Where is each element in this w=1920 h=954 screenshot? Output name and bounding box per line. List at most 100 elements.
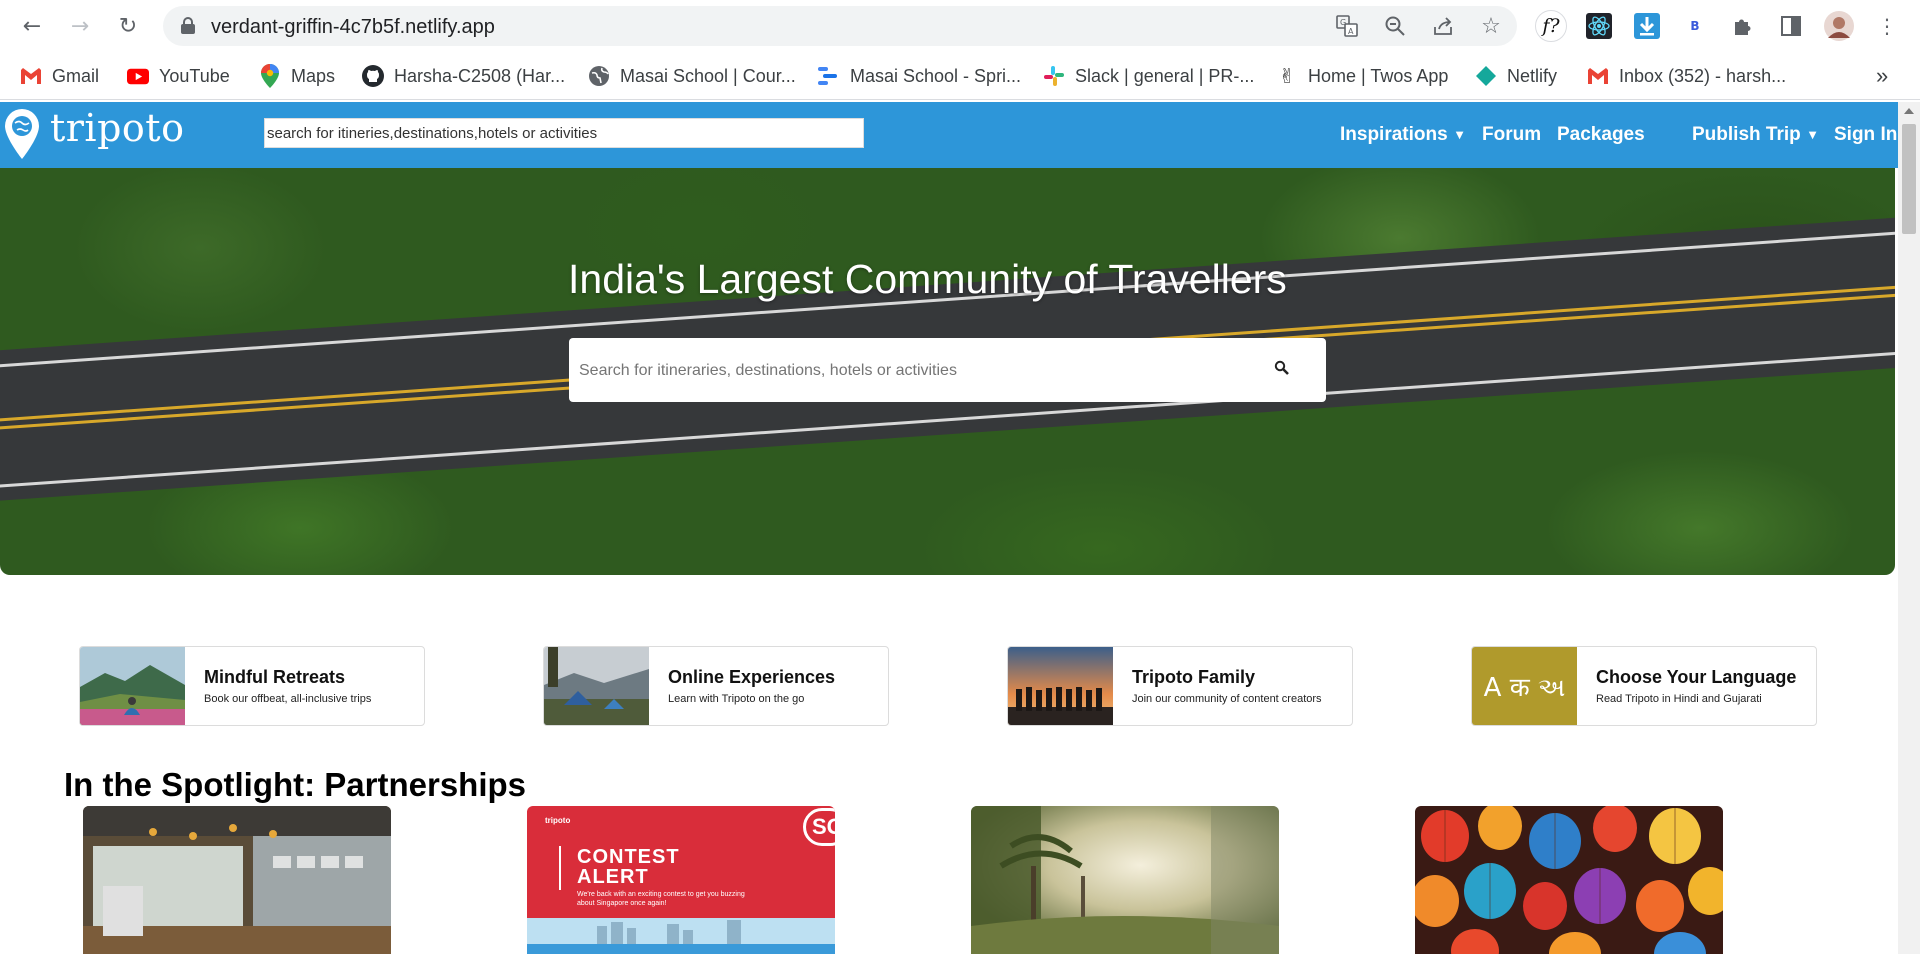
- tripoto-pin-icon[interactable]: [4, 108, 40, 160]
- bookmark-youtube[interactable]: YouTube: [127, 62, 230, 90]
- hero-search-input[interactable]: Search for itineraries, destinations, ho…: [569, 338, 1326, 402]
- card-online-experiences[interactable]: Online Experiences Learn with Tripoto on…: [543, 646, 889, 726]
- spotlight-tile-lanterns[interactable]: [1415, 806, 1723, 954]
- spotlight-heading: In the Spotlight: Partnerships: [64, 766, 527, 803]
- bookmark-masai-sprint[interactable]: Masai School - Spri...: [818, 62, 1021, 90]
- bookmark-netlify[interactable]: Netlify: [1475, 62, 1557, 90]
- nav-forum[interactable]: Forum: [1482, 124, 1541, 146]
- forward-arrow-icon[interactable]: →: [64, 10, 96, 42]
- bookmark-label: Harsha-C2508 (Har...: [394, 65, 566, 86]
- singapore-skyline-image: [527, 918, 835, 954]
- hero-search-placeholder: Search for itineraries, destinations, ho…: [579, 362, 957, 379]
- svg-text:G: G: [1340, 18, 1346, 27]
- card-title: Mindful Retreats: [204, 667, 346, 687]
- bookmark-twos[interactable]: ✌ Home | Twos App: [1276, 62, 1449, 90]
- spotlight-tile-contest[interactable]: tripoto SG CONTEST ALERT We're back with…: [527, 806, 835, 954]
- globe-icon: [588, 65, 610, 87]
- contest-rule: [559, 846, 561, 890]
- bookmark-label: Gmail: [52, 65, 100, 86]
- site-header: tripoto search for itineries,destination…: [0, 102, 1898, 168]
- more-bookmarks-chevron-icon[interactable]: »: [1876, 62, 1888, 90]
- browser-toolbar: ← → ↻ verdant-griffin-4c7b5f.netlify.app…: [0, 0, 1920, 52]
- bookmark-inbox[interactable]: Inbox (352) - harsh...: [1587, 62, 1786, 90]
- search-icon[interactable]: [1274, 360, 1290, 376]
- bookmark-label: Home | Twos App: [1308, 65, 1449, 86]
- github-icon: [362, 65, 384, 87]
- svg-text:A: A: [1348, 27, 1354, 36]
- scroll-up-arrow-icon[interactable]: [1904, 108, 1914, 114]
- bookmarks-bar: Gmail YouTube Maps Harsha-C2508 (Har... …: [0, 52, 1920, 100]
- bookmark-label: Masai School | Cour...: [620, 65, 796, 86]
- bookmark-gmail[interactable]: Gmail: [20, 62, 99, 90]
- page-scrollbar[interactable]: [1898, 102, 1920, 954]
- card-subtitle: Learn with Tripoto on the go: [668, 693, 805, 705]
- bookmark-label: Maps: [291, 65, 336, 86]
- nav-packages[interactable]: Packages: [1557, 124, 1645, 146]
- b-extension-icon[interactable]: B: [1679, 10, 1711, 42]
- react-devtools-icon[interactable]: [1583, 10, 1615, 42]
- tripoto-family-image: [1008, 647, 1113, 725]
- bookmark-slack[interactable]: Slack | general | PR-...: [1043, 62, 1254, 90]
- caret-down-icon: ▼: [1808, 129, 1817, 141]
- caret-down-icon: ▼: [1455, 129, 1464, 141]
- lock-icon[interactable]: [181, 17, 195, 34]
- maps-icon: [259, 64, 281, 88]
- bookmark-masai-courses[interactable]: Masai School | Cour...: [588, 62, 796, 90]
- extensions-puzzle-icon[interactable]: [1727, 10, 1759, 42]
- font-question-extension-icon[interactable]: f?: [1535, 10, 1567, 42]
- language-thumb: A क અ: [1472, 647, 1577, 725]
- card-choose-language[interactable]: A क અ Choose Your Language Read Tripoto …: [1471, 646, 1817, 726]
- profile-avatar[interactable]: [1823, 10, 1855, 42]
- download-extension-icon[interactable]: [1631, 10, 1663, 42]
- bookmark-label: YouTube: [159, 65, 230, 86]
- zoom-icon[interactable]: [1383, 14, 1407, 38]
- card-title: Choose Your Language: [1596, 667, 1797, 687]
- contest-brand: tripoto: [545, 816, 571, 825]
- card-subtitle: Book our offbeat, all-inclusive trips: [204, 693, 372, 705]
- hero-banner: India's Largest Community of Travellers …: [0, 168, 1895, 575]
- slack-icon: [1043, 65, 1065, 87]
- nav-inspirations[interactable]: Inspirations ▼: [1340, 124, 1463, 146]
- reload-icon[interactable]: ↻: [112, 10, 144, 42]
- bookmark-label: Slack | general | PR-...: [1075, 65, 1255, 86]
- menu-dots-icon[interactable]: ⋮: [1871, 10, 1903, 42]
- bookmark-label: Netlify: [1507, 65, 1558, 86]
- bookmark-star-icon[interactable]: ☆: [1479, 14, 1503, 39]
- sprint-icon: [818, 65, 840, 87]
- bookmark-maps[interactable]: Maps: [259, 62, 335, 90]
- card-title: Online Experiences: [668, 667, 836, 687]
- bookmark-github[interactable]: Harsha-C2508 (Har...: [362, 62, 565, 90]
- nav-label: Publish Trip: [1692, 124, 1801, 145]
- header-search-input[interactable]: search for itineries,destinations,hotels…: [264, 118, 864, 148]
- address-bar[interactable]: verdant-griffin-4c7b5f.netlify.app GA ☆: [163, 6, 1517, 46]
- hero-title: India's Largest Community of Travellers: [568, 256, 1287, 302]
- spotlight-tile-villa[interactable]: [83, 806, 391, 954]
- contest-body: We're back with an exciting contest to g…: [577, 891, 745, 907]
- share-icon[interactable]: [1431, 14, 1455, 38]
- contest-badge: SG: [803, 808, 835, 846]
- contest-line2: ALERT: [577, 866, 649, 888]
- card-title: Tripoto Family: [1132, 667, 1256, 687]
- tripoto-logo[interactable]: tripoto: [50, 106, 184, 150]
- nav-label: Inspirations: [1340, 124, 1448, 145]
- mindful-retreats-image: [80, 647, 185, 725]
- url-text[interactable]: verdant-griffin-4c7b5f.netlify.app: [211, 16, 495, 39]
- card-subtitle: Read Tripoto in Hindi and Gujarati: [1596, 693, 1762, 705]
- gmail-icon: [20, 65, 42, 87]
- scroll-thumb[interactable]: [1902, 124, 1916, 234]
- bookmark-label: Masai School - Spri...: [850, 65, 1022, 86]
- youtube-icon: [127, 65, 149, 87]
- online-experiences-image: [544, 647, 649, 725]
- card-subtitle: Join our community of content creators: [1132, 693, 1322, 705]
- nav-sign-in[interactable]: Sign In: [1834, 124, 1897, 146]
- card-mindful-retreats[interactable]: Mindful Retreats Book our offbeat, all-i…: [79, 646, 425, 726]
- card-tripoto-family[interactable]: Tripoto Family Join our community of con…: [1007, 646, 1353, 726]
- translate-icon[interactable]: GA: [1335, 14, 1359, 38]
- spotlight-tile-jungle[interactable]: [971, 806, 1279, 954]
- twos-icon: ✌: [1278, 64, 1296, 88]
- netlify-icon: [1475, 65, 1497, 87]
- side-panel-icon[interactable]: [1775, 10, 1807, 42]
- nav-publish-trip[interactable]: Publish Trip ▼: [1692, 124, 1816, 146]
- gmail-icon: [1587, 65, 1609, 87]
- back-arrow-icon[interactable]: ←: [16, 10, 48, 42]
